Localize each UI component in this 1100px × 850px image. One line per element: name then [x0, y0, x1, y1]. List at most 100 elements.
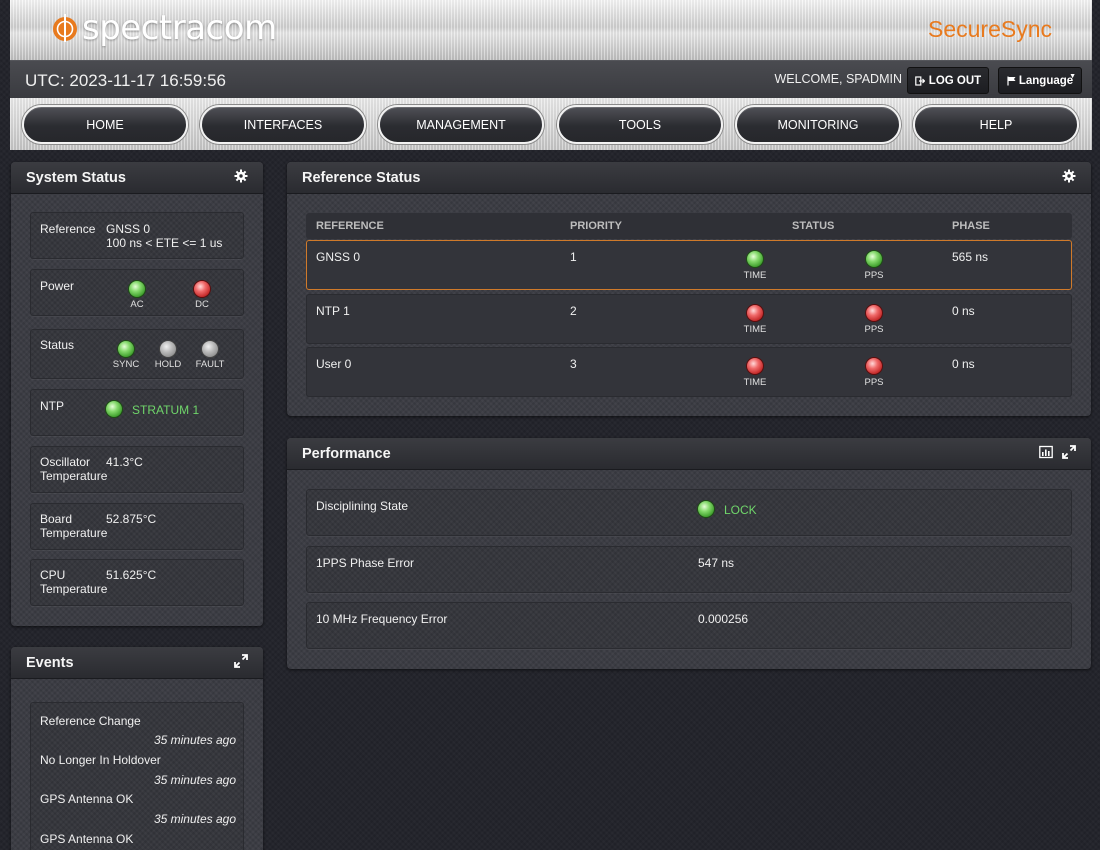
column-header-phase[interactable]: PHASE	[952, 220, 990, 232]
nav-home[interactable]: HOME	[22, 105, 188, 144]
flag-icon	[1007, 76, 1016, 85]
cpu-label: CPU	[40, 568, 66, 582]
sync-led-indicator	[118, 341, 134, 357]
pps-error-label: 1PPS Phase Error	[316, 556, 415, 570]
hold-led-indicator	[160, 341, 176, 357]
oscillator-label-2: Temperature	[40, 469, 108, 483]
gear-icon[interactable]	[234, 169, 248, 183]
reference-cell: User 0	[316, 357, 352, 371]
product-name: SecureSync	[927, 16, 1052, 42]
pps-phase-error-row: 1PPS Phase Error 547 ns	[306, 546, 1072, 593]
ntp-led-indicator	[106, 401, 122, 417]
events-list: Reference Change 35 minutes ago No Longe…	[30, 702, 244, 850]
panel-title: Events	[26, 655, 74, 671]
panel-title: Reference Status	[302, 170, 421, 186]
event-time: 35 minutes ago	[153, 773, 236, 787]
board-value: 52.875°C	[106, 512, 157, 526]
power-label: Power	[40, 279, 75, 293]
frequency-error-row: 10 MHz Frequency Error 0.000256	[306, 602, 1072, 649]
logo-icon	[53, 14, 77, 42]
time-led-indicator	[747, 358, 763, 374]
event-time: 35 minutes ago	[153, 733, 236, 747]
event-name: GPS Antenna OK	[40, 792, 134, 806]
board-label: Board	[40, 512, 73, 526]
nav-help[interactable]: HELP	[913, 105, 1079, 144]
status-label: Status	[40, 338, 75, 352]
pps-error-value: 547 ns	[698, 556, 735, 570]
lock-led-indicator	[698, 501, 714, 517]
main-nav: HOME INTERFACES MANAGEMENT TOOLS MONITOR…	[10, 98, 1092, 150]
ac-led-indicator	[129, 281, 145, 297]
event-name: No Longer In Holdover	[40, 753, 161, 767]
oscillator-card: Oscillator Temperature 41.3°C	[30, 446, 244, 493]
ac-label: AC	[130, 299, 144, 310]
reference-label: Reference	[40, 222, 96, 236]
time-label: TIME	[743, 377, 767, 388]
freq-error-label: 10 MHz Frequency Error	[316, 612, 448, 626]
pps-led-indicator	[866, 305, 882, 321]
reference-cell: GNSS 0	[316, 250, 361, 264]
column-header-reference[interactable]: REFERENCE	[316, 220, 384, 232]
expand-icon[interactable]	[1062, 445, 1076, 459]
phase-cell: 0 ns	[952, 357, 975, 371]
column-header-status[interactable]: STATUS	[792, 220, 834, 232]
system-status-panel: System Status Reference GNSS 0 100 ns < …	[11, 162, 263, 626]
time-led-indicator	[747, 251, 763, 267]
language-label: Language	[1018, 74, 1074, 87]
ntp-card: NTP STRATUM 1	[30, 389, 244, 436]
chart-icon[interactable]	[1039, 445, 1053, 459]
nav-tools[interactable]: TOOLS	[557, 105, 723, 144]
logout-button[interactable]: LOG OUT	[907, 67, 989, 94]
dc-label: DC	[195, 299, 209, 310]
board-label-2: Temperature	[40, 526, 108, 540]
phase-cell: 0 ns	[952, 304, 975, 318]
events-panel: Events Reference Change 35 minutes ago N…	[11, 647, 263, 850]
pps-led-indicator	[866, 358, 882, 374]
time-led-indicator	[747, 305, 763, 321]
disciplining-value: LOCK	[724, 503, 757, 517]
event-name: Reference Change	[40, 714, 141, 728]
fault-led-indicator	[202, 341, 218, 357]
ntp-stratum: STRATUM 1	[132, 403, 200, 417]
sync-status-card: Status SYNC HOLD FAULT	[30, 329, 244, 379]
logout-label: LOG OUT	[928, 74, 982, 87]
logout-icon	[914, 75, 925, 86]
nav-interfaces[interactable]: INTERFACES	[200, 105, 366, 144]
reference-card: Reference GNSS 0 100 ns < ETE <= 1 us	[30, 212, 244, 259]
disciplining-label: Disciplining State	[316, 499, 409, 513]
pps-label: PPS	[864, 324, 884, 335]
caret-down-icon: ▼	[1069, 73, 1076, 80]
panel-header: Reference Status	[287, 162, 1091, 194]
event-name: GPS Antenna OK	[40, 832, 134, 846]
board-card: Board Temperature 52.875°C	[30, 503, 244, 550]
event-time: 35 minutes ago	[153, 812, 236, 826]
dc-led-indicator	[194, 281, 210, 297]
reference-detail: 100 ns < ETE <= 1 us	[106, 236, 223, 250]
pps-led-indicator	[866, 251, 882, 267]
hold-label: HOLD	[154, 359, 182, 370]
nav-management[interactable]: MANAGEMENT	[378, 105, 544, 144]
cpu-value: 51.625°C	[106, 568, 157, 582]
language-dropdown[interactable]: Language ▼	[998, 67, 1082, 94]
pps-label: PPS	[864, 377, 884, 388]
table-row[interactable]: NTP 1 2 TIME PPS 0 ns	[306, 294, 1072, 344]
panel-header: Performance	[287, 438, 1091, 470]
time-label: TIME	[743, 270, 767, 281]
status-bar: UTC: 2023-11-17 16:59:56 WELCOME, SPADMI…	[10, 60, 1092, 98]
cpu-card: CPU Temperature 51.625°C	[30, 559, 244, 606]
phase-cell: 565 ns	[952, 250, 989, 264]
expand-icon[interactable]	[234, 654, 248, 668]
table-row[interactable]: User 0 3 TIME PPS 0 ns	[306, 347, 1072, 397]
priority-cell: 3	[570, 357, 577, 371]
gear-icon[interactable]	[1062, 169, 1076, 183]
sync-label: SYNC	[112, 359, 140, 370]
table-row[interactable]: GNSS 0 1 TIME PPS 565 ns	[306, 240, 1072, 290]
nav-monitoring[interactable]: MONITORING	[735, 105, 901, 144]
priority-cell: 2	[570, 304, 577, 318]
disciplining-state-row: Disciplining State LOCK	[306, 489, 1072, 536]
time-label: TIME	[743, 324, 767, 335]
column-header-priority[interactable]: PRIORITY	[570, 220, 622, 232]
panel-title: Performance	[302, 446, 391, 462]
fault-label: FAULT	[195, 359, 225, 370]
power-card: Power AC DC	[30, 269, 244, 316]
